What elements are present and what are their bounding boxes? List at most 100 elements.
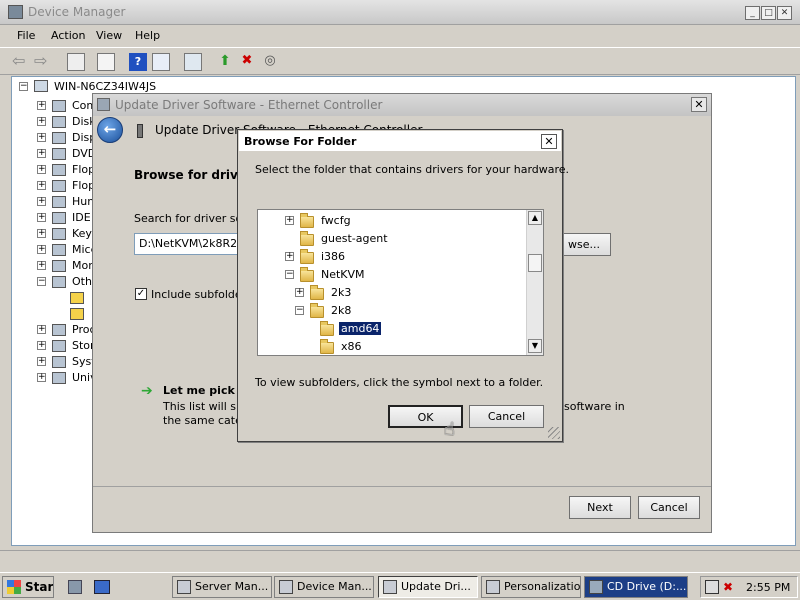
tree-expand-toggle[interactable]: + [37, 325, 46, 334]
tree-expand-toggle[interactable]: + [37, 101, 46, 110]
folder-expand-toggle[interactable]: − [295, 306, 304, 315]
taskbar-button[interactable]: Update Dri... [378, 576, 478, 598]
menu-view[interactable]: View [96, 29, 122, 42]
dialog-title-bar[interactable]: Update Driver Software - Ethernet Contro… [93, 94, 711, 116]
menu-file[interactable]: File [17, 29, 35, 42]
menu-action[interactable]: Action [51, 29, 85, 42]
resize-grip-icon[interactable] [548, 427, 560, 439]
list-description-2: the same categ [163, 414, 249, 427]
forward-arrow-icon[interactable]: ⇨ [34, 53, 52, 71]
start-button[interactable]: Start [2, 576, 54, 598]
tree-expand-toggle[interactable]: + [37, 341, 46, 350]
dialog-close-button[interactable]: ✕ [691, 97, 707, 112]
folder-item[interactable]: x86 [258, 338, 523, 355]
back-arrow-icon[interactable]: ⇦ [12, 53, 30, 71]
taskbar: Start Server Man... Device Man... Update D… [0, 572, 800, 600]
back-circle-icon[interactable]: ← [97, 117, 123, 143]
browse-title-bar[interactable]: Browse For Folder ✕ [239, 131, 561, 151]
tree-expand-toggle[interactable]: + [37, 117, 46, 126]
update-driver-icon[interactable]: ⬆ [216, 53, 234, 71]
quicklaunch-desktop-icon[interactable] [94, 580, 110, 594]
scroll-up-arrow[interactable]: ▲ [528, 211, 542, 225]
show-hide-tree-icon[interactable] [67, 53, 85, 71]
tree-expand-toggle[interactable]: + [37, 149, 46, 158]
cancel-button[interactable]: Cancel [638, 496, 700, 519]
taskbar-button-label: Server Man... [195, 580, 269, 593]
device-category-icon [52, 100, 66, 112]
scroll-down-arrow[interactable]: ▼ [528, 339, 542, 353]
start-label: Start [25, 580, 54, 594]
taskbar-button-label: Update Dri... [401, 580, 471, 593]
folder-item[interactable]: + i386 [258, 248, 523, 266]
taskbar-button[interactable]: Server Man... [172, 576, 272, 598]
warning-device-icon [70, 308, 84, 320]
tree-expand-toggle[interactable]: + [37, 181, 46, 190]
tree-root-label[interactable]: WIN-N6CZ34IW4JS [54, 80, 156, 93]
title-bar[interactable]: Device Manager _ □ ✕ [0, 0, 800, 25]
view-icon[interactable] [152, 53, 170, 71]
folder-tree[interactable]: + fwcfg guest-agent + i386 − NetKVM +2k3 − 2k8 amd… [257, 209, 544, 356]
properties-icon[interactable] [97, 53, 115, 71]
next-button[interactable]: Next [569, 496, 631, 519]
taskbar-app-icon [486, 580, 500, 594]
volume-muted-icon[interactable]: ✖ [723, 580, 737, 594]
device-category-icon [52, 164, 66, 176]
close-button[interactable]: ✕ [777, 6, 792, 20]
tree-expand-toggle[interactable]: + [37, 213, 46, 222]
tree-expand-toggle[interactable]: + [37, 197, 46, 206]
window-title: Device Manager [28, 5, 126, 19]
clock[interactable]: 2:55 PM [746, 581, 790, 594]
tree-collapse-toggle[interactable]: − [19, 82, 28, 91]
help-icon[interactable]: ? [129, 53, 147, 71]
scroll-thumb[interactable] [528, 254, 542, 272]
device-category-icon [52, 260, 66, 272]
folder-item[interactable]: guest-agent [258, 230, 523, 248]
folder-expand-toggle[interactable]: − [285, 270, 294, 279]
driver-path-input[interactable]: D:\NetKVM\2k8R2 [134, 233, 244, 255]
folder-expand-toggle[interactable]: + [295, 288, 304, 297]
folder-expand-toggle[interactable]: + [285, 216, 294, 225]
folder-item[interactable]: − 2k8 [258, 302, 523, 320]
tree-item-label: IDE [72, 211, 91, 224]
tree-expand-toggle[interactable]: + [37, 165, 46, 174]
device-category-icon [52, 212, 66, 224]
maximize-button[interactable]: □ [761, 6, 776, 20]
browse-close-button[interactable]: ✕ [541, 134, 557, 149]
tree-expand-toggle[interactable]: + [37, 229, 46, 238]
network-tray-icon[interactable] [705, 580, 719, 594]
uninstall-icon[interactable]: ✖ [238, 53, 256, 71]
browse-title: Browse For Folder [244, 135, 357, 148]
folder-item[interactable]: − NetKVM [258, 266, 523, 284]
folder-icon [300, 267, 314, 282]
scan-hardware-icon[interactable] [184, 53, 202, 71]
tree-expand-toggle[interactable]: + [37, 245, 46, 254]
include-subfolders-checkbox[interactable]: ✓ [135, 288, 147, 300]
folder-tree-scrollbar[interactable]: ▲ ▼ [526, 210, 543, 355]
folder-item[interactable]: +2k3 [258, 284, 523, 302]
tree-expand-toggle[interactable]: + [37, 357, 46, 366]
tree-expand-toggle[interactable]: − [37, 277, 46, 286]
device-category-icon [52, 340, 66, 352]
tree-expand-toggle[interactable]: + [37, 261, 46, 270]
browse-instruction: Select the folder that contains drivers … [255, 163, 570, 176]
tree-expand-toggle[interactable]: + [37, 133, 46, 142]
folder-item[interactable]: amd64 [258, 320, 523, 338]
folder-expand-toggle[interactable]: + [285, 252, 294, 261]
let-me-pick-link[interactable]: Let me pick fr [163, 384, 249, 397]
tree-expand-toggle[interactable]: + [37, 373, 46, 382]
menu-help[interactable]: Help [135, 29, 160, 42]
folder-item[interactable]: + fwcfg [258, 212, 523, 230]
taskbar-button[interactable]: Device Man... [274, 576, 374, 598]
green-arrow-icon[interactable]: ➔ [141, 383, 153, 399]
minimize-button[interactable]: _ [745, 6, 760, 20]
taskbar-app-icon [279, 580, 293, 594]
taskbar-app-icon [177, 580, 191, 594]
quicklaunch-server-icon[interactable] [68, 580, 82, 594]
browse-cancel-button[interactable]: Cancel [469, 405, 544, 428]
taskbar-button[interactable]: Personalization [481, 576, 581, 598]
include-subfolders-label[interactable]: Include subfolde [151, 288, 242, 301]
disable-icon[interactable]: ◎ [261, 53, 279, 71]
browse-button[interactable]: wse... [557, 233, 611, 256]
device-category-icon [52, 148, 66, 160]
taskbar-button[interactable]: CD Drive (D:... [584, 576, 688, 598]
